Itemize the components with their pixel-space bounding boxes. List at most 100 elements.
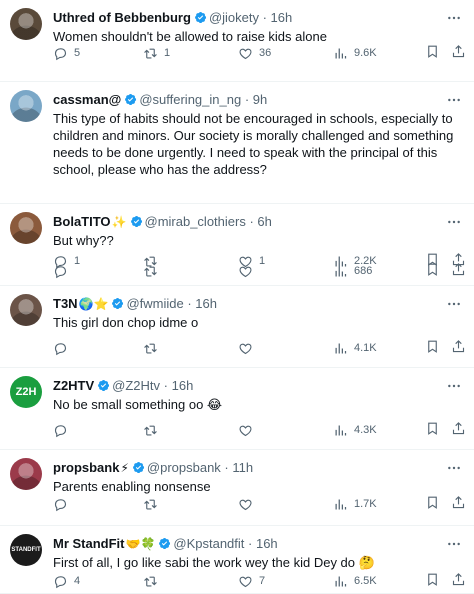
views-button[interactable]: 686 (333, 262, 372, 280)
author-handle[interactable]: @fwmiide (126, 296, 183, 311)
avatar[interactable] (10, 458, 42, 490)
like-button[interactable]: 36 (238, 44, 271, 62)
author-handle[interactable]: @jiokety (209, 10, 259, 25)
author-handle[interactable]: @Kpstandfit (173, 536, 244, 551)
tweet-actions: 1.7K (53, 495, 458, 513)
tweet[interactable]: cassman@ @suffering_in_ng · 9h This type o… (0, 82, 474, 204)
view-count: 4.1K (354, 342, 377, 354)
bookmark-icon[interactable] (425, 44, 440, 59)
tweet-text: This type of habits should not be encour… (53, 111, 454, 177)
reply-button[interactable]: 5 (53, 44, 80, 62)
verified-badge-icon (130, 215, 143, 228)
more-options-icon[interactable] (446, 536, 462, 552)
avatar-photo (10, 458, 42, 490)
author-name[interactable]: BolaTITO (53, 214, 111, 229)
tweet[interactable]: Uthred of Bebbenburg @jiokety · 16h Women … (0, 0, 474, 82)
avatar[interactable]: STANDFIT (10, 534, 42, 566)
share-icon[interactable] (451, 421, 466, 436)
avatar[interactable] (10, 8, 42, 40)
views-chart-icon (333, 574, 348, 589)
more-options-icon[interactable] (446, 296, 462, 312)
views-button[interactable]: 4.1K (333, 339, 377, 357)
timestamp[interactable]: 16h (195, 296, 217, 311)
tweet[interactable]: STANDFIT Mr StandFit🤝🍀 @Kpstandfit · 16h Fi… (0, 526, 474, 594)
retweet-button[interactable] (143, 495, 164, 513)
bookmark-icon[interactable] (425, 495, 440, 510)
author-handle[interactable]: @Z2Htv (112, 378, 160, 393)
reply-button[interactable] (53, 495, 74, 513)
heart-icon (238, 423, 253, 438)
reply-button[interactable] (53, 339, 74, 357)
avatar[interactable]: Z2H (10, 376, 42, 408)
more-options-icon[interactable] (446, 214, 462, 230)
like-button[interactable] (238, 495, 259, 513)
share-icon[interactable] (451, 44, 466, 59)
more-options-icon[interactable] (446, 92, 462, 108)
timestamp[interactable]: 11h (232, 460, 253, 475)
like-button[interactable] (238, 339, 259, 357)
author-handle[interactable]: @propsbank (147, 460, 221, 475)
like-button[interactable] (238, 421, 259, 439)
reply-count: 4 (74, 575, 81, 587)
share-icon[interactable] (451, 262, 466, 277)
views-button[interactable]: 1.7K (333, 495, 377, 513)
share-icon[interactable] (451, 572, 466, 587)
verified-badge-icon (158, 537, 171, 550)
reply-button[interactable] (53, 262, 74, 280)
views-chart-icon (333, 497, 348, 512)
author-handle[interactable]: @mirab_clothiers (145, 214, 246, 229)
avatar[interactable] (10, 212, 42, 244)
reply-button[interactable]: 4 (53, 572, 80, 590)
retweet-button[interactable] (143, 262, 164, 280)
bookmark-icon[interactable] (425, 421, 440, 436)
avatar[interactable] (10, 294, 42, 326)
author-name[interactable]: T3N (53, 296, 78, 311)
timestamp[interactable]: 9h (253, 92, 267, 107)
like-button[interactable]: 7 (238, 572, 265, 590)
tweet[interactable]: Z2H Z2HTV @Z2Htv · 16h No be small somethin… (0, 368, 474, 450)
more-options-icon[interactable] (446, 378, 462, 394)
avatar-photo (10, 8, 42, 40)
views-chart-icon (333, 46, 348, 61)
bookmark-icon[interactable] (425, 339, 440, 354)
reply-icon (53, 341, 68, 356)
share-icon[interactable] (451, 339, 466, 354)
avatar[interactable] (10, 90, 42, 122)
author-handle[interactable]: @suffering_in_ng (139, 92, 241, 107)
bookmark-icon[interactable] (425, 262, 440, 277)
author-name[interactable]: Mr StandFit (53, 536, 125, 551)
like-button[interactable] (238, 262, 259, 280)
timestamp[interactable]: 16h (172, 378, 194, 393)
retweet-count: 1 (164, 47, 171, 59)
tweet[interactable]: T3N🌍⭐ @fwmiide · 16h This girl don chop id… (0, 286, 474, 368)
retweet-button[interactable] (143, 421, 164, 439)
timestamp[interactable]: 16h (256, 536, 278, 551)
name-emoji: ⚡ (120, 461, 129, 475)
tweet-header: BolaTITO✨ @mirab_clothiers · 6h (53, 214, 272, 230)
retweet-button[interactable] (143, 572, 164, 590)
author-name[interactable]: propsbank (53, 460, 119, 475)
timestamp[interactable]: 6h (257, 214, 271, 229)
views-chart-icon (333, 264, 348, 279)
reply-button[interactable] (53, 421, 74, 439)
timestamp[interactable]: 16h (271, 10, 293, 25)
author-name[interactable]: cassman@ (53, 92, 121, 107)
bookmark-icon[interactable] (425, 572, 440, 587)
views-button[interactable]: 6.5K (333, 572, 377, 590)
retweet-button[interactable]: 1 (143, 44, 170, 62)
heart-icon (238, 46, 253, 61)
tweet-header: Uthred of Bebbenburg @jiokety · 16h (53, 10, 292, 26)
retweet-button[interactable] (143, 339, 164, 357)
separator-dot: · (258, 10, 271, 25)
tweet[interactable]: propsbank⚡ @propsbank · 11h Parents enabli… (0, 450, 474, 526)
tweet-actions: 4.3K (53, 421, 458, 439)
tweet[interactable]: BolaTITO✨ @mirab_clothiers · 6h But why?? 6… (0, 204, 474, 286)
more-options-icon[interactable] (446, 460, 462, 476)
views-button[interactable]: 9.6K (333, 44, 377, 62)
share-icon[interactable] (451, 495, 466, 510)
author-name[interactable]: Uthred of Bebbenburg (53, 10, 191, 25)
views-button[interactable]: 4.3K (333, 421, 377, 439)
more-options-icon[interactable] (446, 10, 462, 26)
retweet-icon (143, 574, 158, 589)
author-name[interactable]: Z2HTV (53, 378, 94, 393)
